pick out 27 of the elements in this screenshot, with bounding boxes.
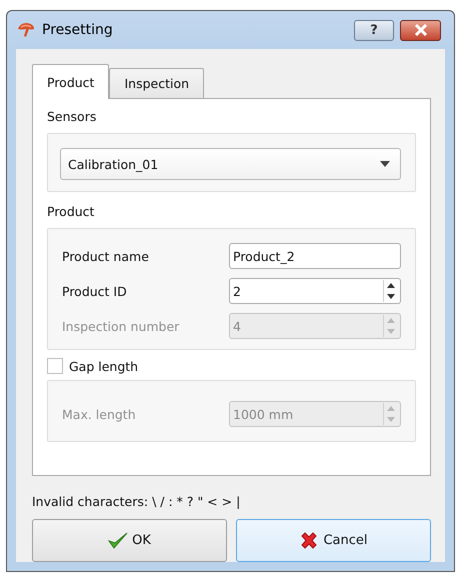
x-icon: [299, 531, 320, 550]
section-label: Product: [47, 204, 96, 221]
checkbox-label: Gap length: [69, 358, 138, 374]
checkmark-icon: [108, 531, 128, 550]
spin-box[interactable]: 2: [229, 278, 401, 304]
dropdown-arrow-icon: [380, 161, 390, 167]
app-icon: [16, 21, 36, 39]
hint-text: Invalid characters: \ / : * ? " < > |: [32, 494, 242, 511]
field-label: Product ID: [62, 284, 127, 298]
field-label: Product name: [62, 248, 149, 264]
close-icon: [414, 24, 428, 36]
help-button[interactable]: ?: [354, 20, 394, 40]
close-button[interactable]: [400, 20, 441, 40]
tab[interactable]: Product: [32, 64, 110, 99]
spin-arrows-icon: [383, 315, 398, 337]
cancel-button[interactable]: Cancel: [236, 519, 431, 562]
ok-button[interactable]: OK: [32, 519, 227, 562]
spin-arrows-icon: [383, 403, 398, 425]
input-field[interactable]: Product_2: [229, 243, 401, 269]
field-label: Inspection number: [62, 318, 180, 334]
section-label: Sensors: [47, 109, 98, 126]
field-label: Max. length: [62, 406, 136, 422]
sensor-dropdown[interactable]: Calibration_01: [60, 148, 401, 180]
checkbox[interactable]: [47, 358, 63, 374]
tab[interactable]: Inspection: [109, 68, 204, 98]
window-title: Presetting: [42, 22, 113, 38]
spin-arrows-icon: [383, 280, 398, 302]
